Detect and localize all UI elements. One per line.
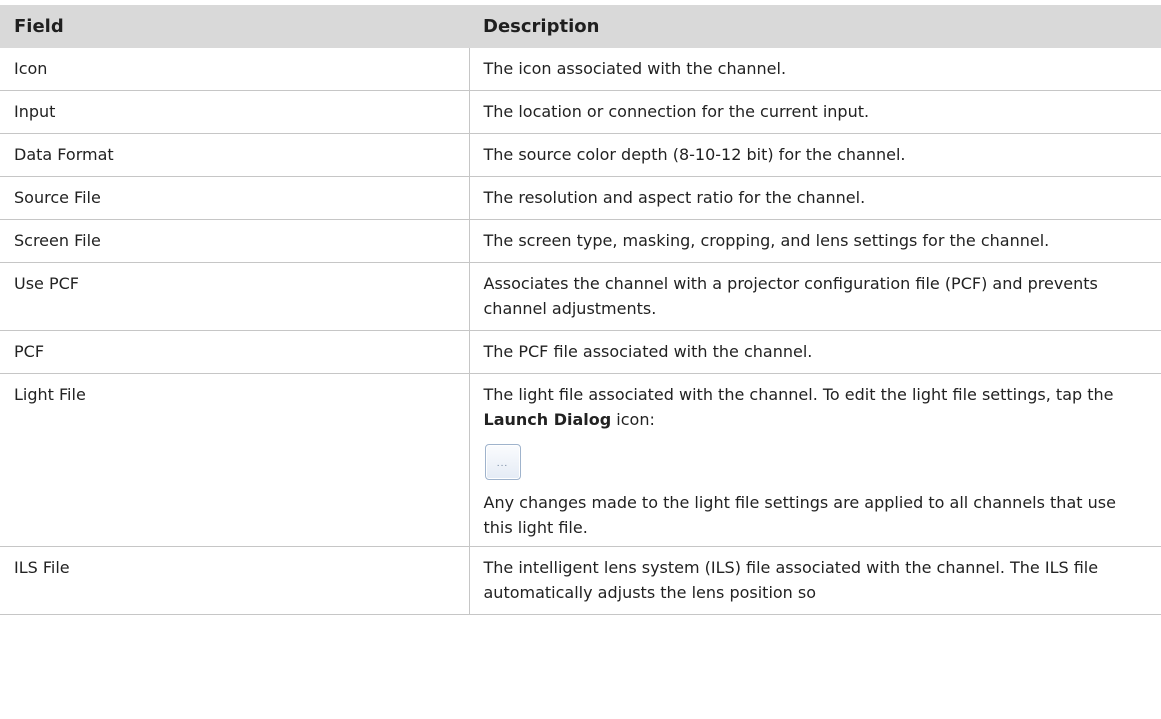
table-row: ILS File The intelligent lens system (IL…: [0, 546, 1161, 615]
description-cell: The intelligent lens system (ILS) file a…: [469, 546, 1161, 615]
description-cell: The icon associated with the channel.: [469, 48, 1161, 91]
launch-dialog-icon[interactable]: ...: [484, 444, 521, 480]
table-row: Data Format The source color depth (8-10…: [0, 133, 1161, 177]
field-cell: Use PCF: [0, 262, 470, 331]
description-cell: The resolution and aspect ratio for the …: [469, 176, 1161, 220]
field-cell: Source File: [0, 176, 470, 220]
field-cell: Data Format: [0, 133, 470, 177]
table-row: Source File The resolution and aspect ra…: [0, 176, 1161, 220]
ellipsis-icon: ...: [496, 459, 509, 469]
description-cell: The PCF file associated with the channel…: [469, 330, 1161, 374]
field-cell: Icon: [0, 48, 470, 91]
description-column-header: Description: [469, 5, 1161, 48]
description-text: The light file associated with the chann…: [483, 385, 1114, 404]
field-column-header: Field: [0, 5, 469, 48]
launch-dialog-label: Launch Dialog: [483, 410, 612, 429]
field-cell: Screen File: [0, 219, 470, 263]
table-row: Input The location or connection for the…: [0, 90, 1161, 134]
table-row: Icon The icon associated with the channe…: [0, 48, 1161, 91]
field-cell: ILS File: [0, 546, 470, 615]
table-row: Light File The light file associated wit…: [0, 373, 1161, 547]
description-text: icon:: [611, 410, 655, 429]
field-cell: Input: [0, 90, 470, 134]
table-row: PCF The PCF file associated with the cha…: [0, 330, 1161, 374]
field-cell: PCF: [0, 330, 470, 374]
description-cell: The location or connection for the curre…: [469, 90, 1161, 134]
description-cell: The screen type, masking, cropping, and …: [469, 219, 1161, 263]
description-cell: The light file associated with the chann…: [469, 373, 1161, 547]
table-row: Use PCF Associates the channel with a pr…: [0, 262, 1161, 331]
description-cell: The source color depth (8-10-12 bit) for…: [469, 133, 1161, 177]
table-row: Screen File The screen type, masking, cr…: [0, 219, 1161, 263]
description-cell: Associates the channel with a projector …: [469, 262, 1161, 331]
field-description-table: Field Description Icon The icon associat…: [0, 5, 1161, 615]
description-note: Any changes made to the light file setti…: [483, 493, 1116, 537]
field-cell: Light File: [0, 373, 470, 547]
table-header-row: Field Description: [0, 5, 1161, 48]
